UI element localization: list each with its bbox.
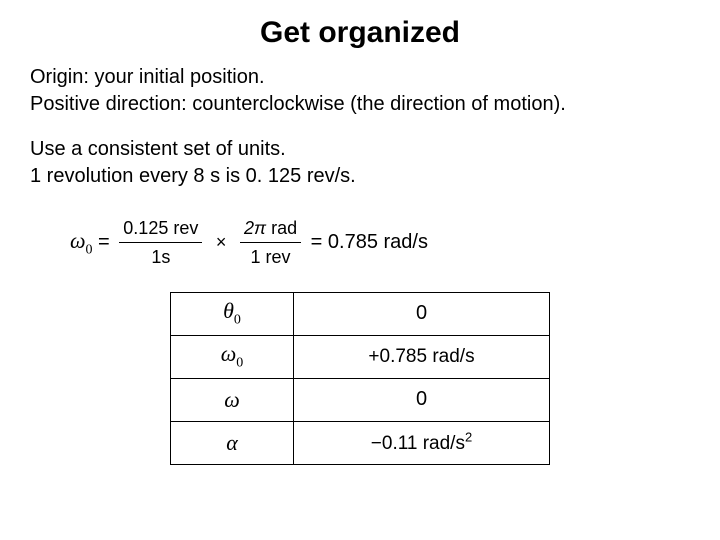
eq-omega-sub: 0 [86,242,93,257]
eq-rhs: = 0.785 rad/s [311,231,428,253]
omega0-sub: 0 [236,356,243,371]
omega0-symbol: ω [221,341,237,366]
alpha-value-sup: 2 [465,429,472,444]
theta0-value: 0 [294,292,550,335]
theta0-sub: 0 [234,313,241,328]
positive-direction-line: Positive direction: counterclockwise (th… [30,91,690,118]
paragraph-2: Use a consistent set of units. 1 revolut… [30,136,690,190]
values-table: θ0 0 ω0 +0.785 rad/s ω 0 α −0.11 rad/s2 [170,292,550,465]
eq-frac2-num-2pi: 2π [244,218,266,238]
eq-frac2-num-unit: rad [266,218,297,238]
table-row: ω0 +0.785 rad/s [171,335,550,378]
alpha-symbol: α [171,421,294,464]
omega0-value: +0.785 rad/s [368,346,474,367]
table-row: ω 0 [171,378,550,421]
paragraph-1: Origin: your initial position. Positive … [30,64,690,118]
eq-frac2-den: 1 rev [240,243,301,269]
eq-times: × [212,232,231,252]
omega-equation: ω0 = 0.125 rev 1s × 2π rad 1 rev = 0.785… [30,208,690,288]
units-line: Use a consistent set of units. [30,136,690,163]
omega-symbol: ω [171,378,294,421]
eq-frac1-num: 0.125 rev [119,216,202,243]
origin-line: Origin: your initial position. [30,64,690,91]
table-row: α −0.11 rad/s2 [171,421,550,464]
page-title: Get organized [0,0,720,64]
omega-value: 0 [294,378,550,421]
alpha-value: −0.11 rad/s [371,433,465,454]
eq-omega-symbol: ω [70,228,86,253]
table-row: θ0 0 [171,292,550,335]
theta0-symbol: θ [223,298,234,323]
revolution-line: 1 revolution every 8 s is 0. 125 rev/s. [30,163,690,190]
eq-frac1-den: 1s [119,243,202,269]
